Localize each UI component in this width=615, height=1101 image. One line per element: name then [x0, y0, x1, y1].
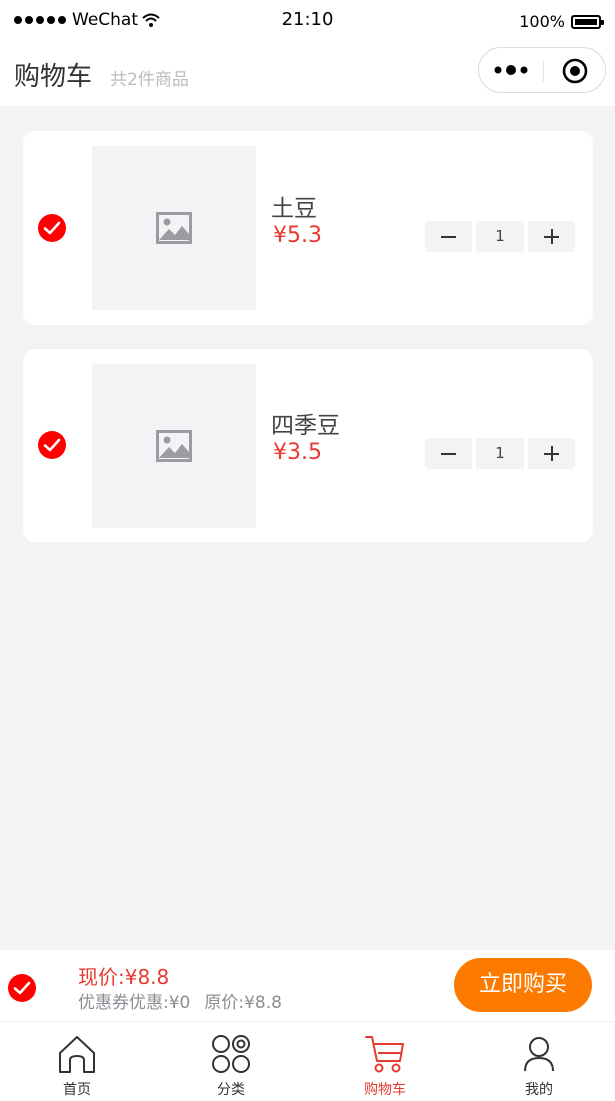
coupon-discount: 优惠券优惠:¥0: [78, 993, 191, 1013]
product-price: ¥5.3: [273, 223, 322, 248]
cart-item: 四季豆 ¥3.5 1: [23, 349, 593, 542]
user-icon: [524, 1037, 554, 1072]
quantity-value[interactable]: 1: [476, 221, 524, 252]
status-bar: WeChat 21:10 100%: [0, 0, 615, 40]
page-title: 购物车: [14, 62, 93, 92]
capsule-divider: [543, 60, 544, 82]
total-price: 现价:¥8.8: [78, 965, 170, 989]
quantity-stepper: 1: [425, 221, 575, 252]
cart-icon: [365, 1036, 404, 1073]
tab-category[interactable]: 分类: [154, 1022, 308, 1101]
mini-program-capsule: [478, 47, 606, 93]
image-placeholder-icon: [156, 212, 192, 244]
category-icon: [212, 1035, 250, 1073]
status-battery: 100%: [519, 12, 604, 31]
product-image[interactable]: [92, 146, 256, 310]
increase-button[interactable]: [528, 438, 575, 469]
battery-percent: 100%: [519, 12, 565, 31]
decrease-button[interactable]: [425, 221, 472, 252]
product-price: ¥3.5: [273, 440, 322, 465]
decrease-button[interactable]: [425, 438, 472, 469]
cart-item: 土豆 ¥5.3 1: [23, 131, 593, 325]
tab-profile[interactable]: 我的: [462, 1022, 615, 1101]
home-icon: [59, 1036, 95, 1073]
original-price: 原价:¥8.8: [204, 993, 282, 1013]
check-icon[interactable]: [38, 431, 66, 459]
tab-label: 分类: [217, 1082, 245, 1098]
buy-now-button[interactable]: 立即购买: [454, 958, 592, 1012]
item-count: 共2件商品: [110, 70, 189, 90]
quantity-value[interactable]: 1: [476, 438, 524, 469]
product-name: 四季豆: [271, 413, 340, 439]
target-icon[interactable]: [561, 57, 589, 85]
tab-label: 购物车: [364, 1082, 406, 1098]
quantity-stepper: 1: [425, 438, 575, 469]
tab-cart[interactable]: 购物车: [308, 1022, 462, 1101]
checkout-bar: 现价:¥8.8 优惠券优惠:¥0 原价:¥8.8 立即购买: [0, 950, 615, 1022]
product-name: 土豆: [271, 196, 317, 222]
price-details: 优惠券优惠:¥0 原价:¥8.8: [78, 988, 282, 1013]
battery-icon: [571, 14, 604, 29]
more-dots-icon[interactable]: [493, 58, 529, 82]
select-all-check-icon[interactable]: [8, 974, 36, 1002]
check-icon[interactable]: [38, 214, 66, 242]
increase-button[interactable]: [528, 221, 575, 252]
tab-label: 我的: [525, 1082, 553, 1098]
tab-label: 首页: [63, 1082, 91, 1098]
page-header: 购物车 共2件商品: [0, 40, 615, 106]
tab-bar: 首页 分类 购物车 我的: [0, 1022, 615, 1101]
product-image[interactable]: [92, 364, 256, 528]
tab-home[interactable]: 首页: [0, 1022, 154, 1101]
image-placeholder-icon: [156, 430, 192, 462]
